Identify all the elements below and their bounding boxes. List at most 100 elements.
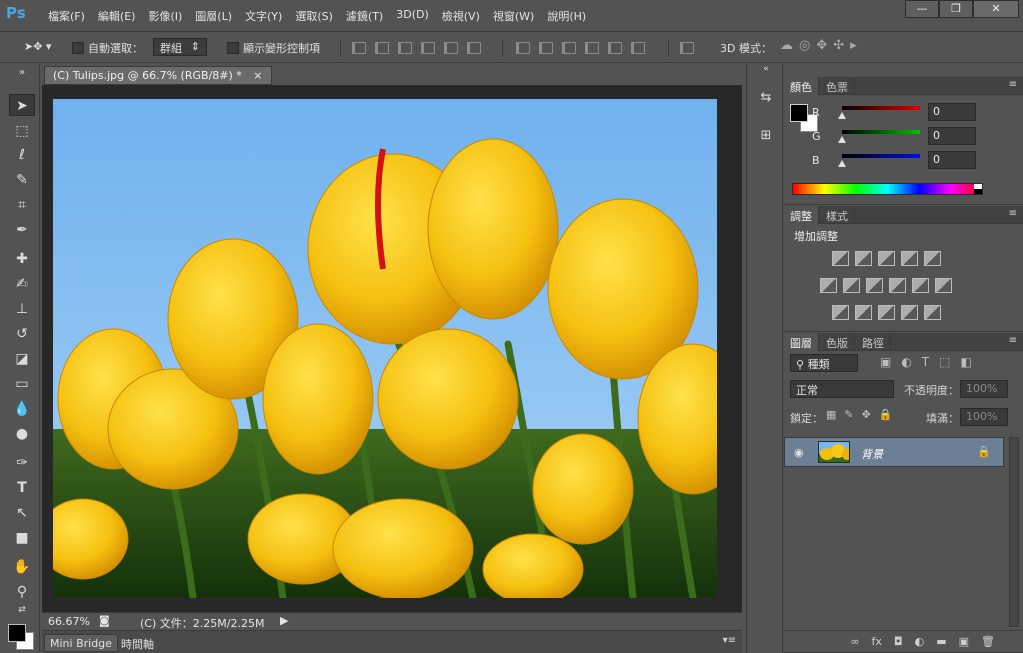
opacity-input[interactable]: 100% [960, 380, 1008, 398]
document-tab[interactable]: (C) Tulips.jpg @ 66.7% (RGB/8#) * × [44, 66, 272, 85]
blue-value-input[interactable]: 0 [928, 151, 976, 169]
transform-controls-checkbox[interactable] [227, 42, 239, 54]
rectangle-tool-icon[interactable]: ■ [9, 527, 35, 549]
menu-window[interactable]: 視窗(W) [493, 8, 534, 24]
new-layer-icon[interactable]: ▣ [959, 635, 969, 652]
properties-panel-icon[interactable]: ⊞ [756, 126, 776, 146]
green-slider-thumb[interactable] [838, 136, 846, 143]
menu-filter[interactable]: 濾鏡(T) [346, 8, 383, 24]
menu-help[interactable]: 說明(H) [547, 8, 586, 24]
color-balance-icon[interactable] [843, 278, 860, 293]
minimize-button[interactable]: — [905, 0, 939, 18]
align-left-icon[interactable] [421, 42, 435, 54]
tab-layers[interactable]: 圖層 [784, 333, 819, 351]
crop-tool-icon[interactable]: ⌗ [9, 194, 35, 216]
brush-tool-icon[interactable]: ✍ [9, 273, 35, 295]
tab-swatches[interactable]: 色票 [820, 77, 855, 95]
curves-icon[interactable] [878, 251, 895, 266]
blend-mode-dropdown[interactable]: 正常 [790, 380, 894, 398]
levels-icon[interactable] [855, 251, 872, 266]
distribute-bottom-icon[interactable] [562, 42, 576, 54]
layer-row-background[interactable]: ◉ 背景 🔒 [784, 437, 1004, 467]
close-button[interactable]: ✕ [973, 0, 1019, 18]
pen-tool-icon[interactable]: ✑ [9, 452, 35, 474]
black-white-icon[interactable] [866, 278, 883, 293]
auto-select-mode-dropdown[interactable]: 群組 ⇕ [153, 38, 207, 56]
threshold-icon[interactable] [878, 305, 895, 320]
panel-menu-icon[interactable]: ▾≡ [723, 635, 736, 646]
history-brush-tool-icon[interactable]: ↺ [9, 323, 35, 345]
path-select-tool-icon[interactable]: ↖ [9, 502, 35, 524]
zoom-tool-icon[interactable]: ⚲ [9, 581, 35, 603]
zoom-level[interactable]: 66.67% [48, 615, 90, 628]
layers-scrollbar[interactable] [1009, 437, 1019, 627]
tab-adjustments[interactable]: 調整 [784, 206, 819, 224]
red-slider-thumb[interactable] [838, 112, 846, 119]
eyedropper-tool-icon[interactable]: ✒ [9, 219, 35, 241]
collapse-toolbar-icon[interactable]: » [9, 68, 35, 78]
layer-name[interactable]: 背景 [861, 446, 883, 462]
eraser-tool-icon[interactable]: ◪ [9, 348, 35, 370]
lasso-tool-icon[interactable]: ℓ [9, 144, 35, 166]
blur-tool-icon[interactable]: 💧 [9, 398, 35, 420]
status-menu-arrow-icon[interactable]: ▶ [280, 614, 288, 627]
brightness-contrast-icon[interactable] [832, 251, 849, 266]
tab-timeline[interactable]: 時間軸 [116, 634, 159, 652]
red-value-input[interactable]: 0 [928, 103, 976, 121]
red-slider-track[interactable] [842, 106, 920, 110]
swap-colors-icon[interactable]: ⇄ [9, 604, 35, 616]
link-layers-icon[interactable]: ∞ [850, 635, 859, 652]
panel-menu-icon[interactable]: ≡ [1009, 79, 1017, 90]
panel-menu-icon[interactable]: ≡ [1009, 208, 1017, 219]
invert-icon[interactable] [832, 305, 849, 320]
foreground-color-swatch[interactable] [8, 624, 26, 642]
quick-select-tool-icon[interactable]: ✎ [9, 169, 35, 191]
blue-slider-thumb[interactable] [838, 160, 846, 167]
fill-input[interactable]: 100% [960, 408, 1008, 426]
new-group-icon[interactable]: ▬ [936, 635, 946, 652]
new-adjustment-layer-icon[interactable]: ◐ [915, 635, 925, 652]
gradient-map-icon[interactable] [924, 305, 941, 320]
3d-mode-icons[interactable]: ☁◎✥✣▸ [780, 38, 863, 53]
distribute-vcenter-icon[interactable] [539, 42, 553, 54]
menu-3d[interactable]: 3D(D) [396, 8, 429, 24]
layer-style-icon[interactable]: fx [872, 635, 882, 652]
distribute-hcenter-icon[interactable] [608, 42, 622, 54]
auto-align-icon[interactable] [680, 42, 694, 54]
align-top-icon[interactable] [352, 42, 366, 54]
move-tool-icon[interactable]: ➤✥ ▾ [24, 40, 51, 53]
expand-dock-icon[interactable]: « [756, 64, 776, 74]
menu-file[interactable]: 檔案(F) [48, 8, 85, 24]
status-info-icon[interactable]: ◙ [99, 614, 110, 627]
type-tool-icon[interactable]: T [9, 477, 35, 499]
panel-menu-icon[interactable]: ≡ [1009, 335, 1017, 346]
color-spectrum-bar[interactable] [792, 183, 983, 195]
auto-select-checkbox[interactable] [72, 42, 84, 54]
gradient-tool-icon[interactable]: ▭ [9, 373, 35, 395]
healing-brush-tool-icon[interactable]: ✚ [9, 248, 35, 270]
align-bottom-icon[interactable] [398, 42, 412, 54]
distribute-right-icon[interactable] [631, 42, 645, 54]
green-slider-track[interactable] [842, 130, 920, 134]
tab-channels[interactable]: 色版 [820, 333, 855, 351]
menu-select[interactable]: 選取(S) [295, 8, 333, 24]
hue-saturation-icon[interactable] [820, 278, 837, 293]
auto-select-checkbox-wrap[interactable]: 自動選取： [72, 40, 143, 56]
maximize-button[interactable]: ❐ [939, 0, 973, 18]
move-tool-icon[interactable]: ➤ [9, 94, 35, 116]
lock-icons[interactable]: ▦✎✥🔒 [826, 408, 901, 421]
tab-styles[interactable]: 樣式 [820, 206, 855, 224]
tab-color[interactable]: 顏色 [784, 77, 819, 95]
layer-filter-dropdown[interactable]: ⚲ 種類 [790, 354, 858, 372]
distribute-left-icon[interactable] [585, 42, 599, 54]
tab-mini-bridge[interactable]: Mini Bridge [44, 634, 118, 652]
align-hcenter-icon[interactable] [444, 42, 458, 54]
photo-filter-icon[interactable] [889, 278, 906, 293]
channel-mixer-icon[interactable] [912, 278, 929, 293]
hand-tool-icon[interactable]: ✋ [9, 556, 35, 578]
menu-view[interactable]: 檢視(V) [442, 8, 480, 24]
dodge-tool-icon[interactable]: ● [9, 423, 35, 445]
menu-image[interactable]: 影像(I) [148, 8, 182, 24]
align-vcenter-icon[interactable] [375, 42, 389, 54]
delete-layer-icon[interactable]: 🗑 [981, 635, 995, 652]
